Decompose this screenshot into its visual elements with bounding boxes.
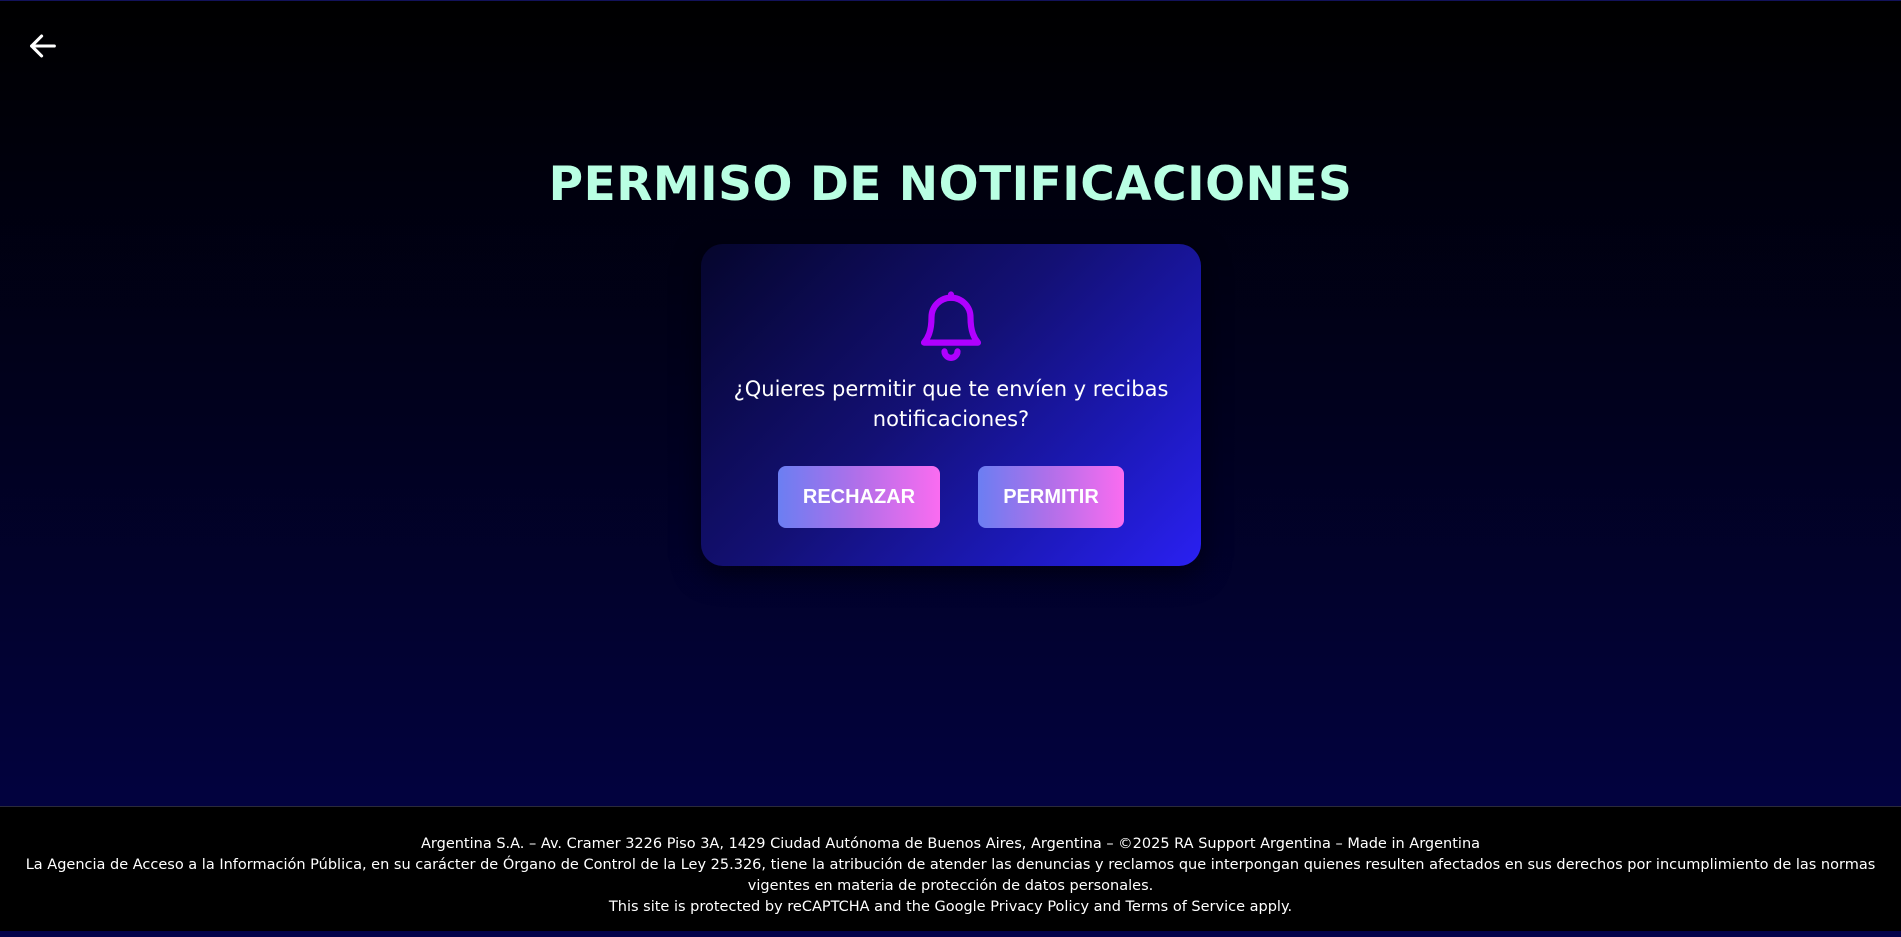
permission-question: ¿Quieres permitir que te envíen y reciba… [733, 377, 1169, 431]
bell-icon [912, 288, 990, 366]
footer-legal-notice: La Agencia de Acceso a la Información Pú… [25, 857, 1876, 894]
back-button[interactable] [26, 29, 60, 63]
reject-button[interactable]: RECHAZAR [778, 466, 940, 528]
footer: Argentina S.A. – Av. Cramer 3226 Piso 3A… [0, 806, 1901, 931]
footer-recaptcha-notice: This site is protected by reCAPTCHA and … [608, 899, 1293, 915]
footer-address: Argentina S.A. – Av. Cramer 3226 Piso 3A… [420, 836, 1481, 852]
allow-button[interactable]: PERMITIR [978, 466, 1124, 528]
arrow-left-icon [30, 34, 56, 58]
notification-permission-dialog: ¿Quieres permitir que te envíen y reciba… [701, 244, 1201, 566]
page-title: PERMISO DE NOTIFICACIONES [548, 157, 1353, 212]
